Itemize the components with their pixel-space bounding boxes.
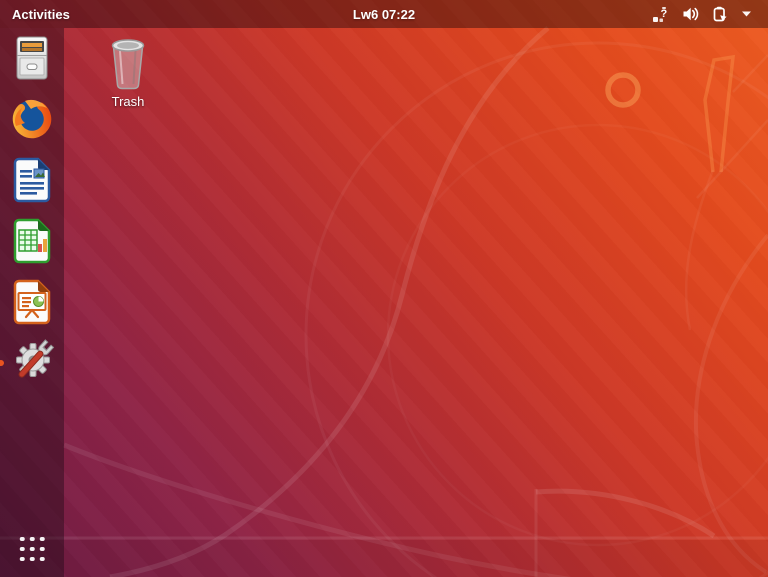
volume-icon xyxy=(682,6,699,22)
dock-item-system-tools[interactable] xyxy=(0,339,56,387)
desktop-icon-trash[interactable]: Trash xyxy=(94,36,162,109)
libreoffice-impress-icon xyxy=(13,279,51,325)
top-panel: Activities Lw6 07:22 ? xyxy=(0,0,768,28)
trash-label: Trash xyxy=(111,94,145,109)
libreoffice-writer-icon xyxy=(13,157,51,203)
libreoffice-calc-icon xyxy=(13,218,51,264)
svg-text:?: ? xyxy=(661,8,668,20)
dock xyxy=(0,28,64,577)
menu-chevron-icon xyxy=(741,10,752,18)
dock-item-firefox[interactable] xyxy=(8,95,56,143)
dock-item-libreoffice-writer[interactable] xyxy=(8,156,56,204)
firefox-icon xyxy=(12,99,52,139)
ubuntu-desktop: Activities Lw6 07:22 ? Trash xyxy=(0,0,768,577)
dock-item-files[interactable] xyxy=(8,34,56,82)
dock-item-libreoffice-calc[interactable] xyxy=(8,217,56,265)
system-tools-icon xyxy=(16,339,55,378)
running-indicator-dot xyxy=(0,360,4,366)
trash-icon xyxy=(111,39,145,90)
battery-charging-icon xyxy=(712,6,728,22)
network-unknown-icon: ? xyxy=(652,6,669,23)
activities-button[interactable]: Activities xyxy=(0,0,82,28)
files-icon xyxy=(16,36,48,80)
dock-item-libreoffice-impress[interactable] xyxy=(8,278,56,326)
show-applications-icon[interactable] xyxy=(19,536,45,561)
system-tray[interactable]: ? xyxy=(636,0,768,28)
